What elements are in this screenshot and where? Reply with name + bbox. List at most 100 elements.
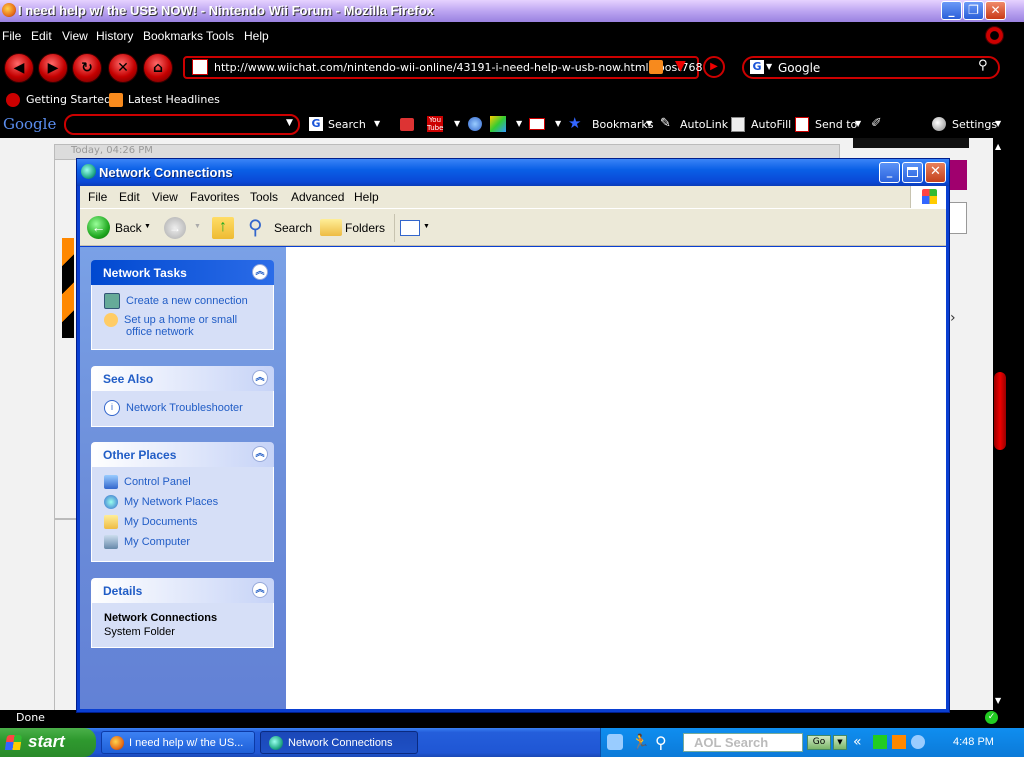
file-list-area[interactable] [286,247,946,709]
collapse-chevron-icon[interactable]: ︽ [252,264,268,280]
settings-button[interactable]: Settings [952,118,997,131]
menu-view[interactable]: View [62,29,88,43]
window-minimize-button[interactable]: _ [879,162,900,183]
window-close-button[interactable]: ✕ [925,162,946,183]
home-network-link[interactable]: Set up a home or small [104,313,237,327]
folders-icon[interactable] [320,219,342,236]
menu-tools[interactable]: Tools [206,29,234,43]
browser-close-button[interactable]: ✕ [985,1,1006,20]
search-options-icon[interactable]: ▼ [374,119,380,128]
bookmark-star-icon[interactable]: ★ [568,114,581,132]
search-button[interactable]: Search [274,221,312,235]
google-engine-icon[interactable]: G [750,60,764,74]
my-network-places-link[interactable]: My Network Places [104,495,218,509]
scroll-down-icon[interactable]: ▼ [995,696,1001,705]
troubleshooter-link[interactable]: i Network Troubleshooter [104,400,243,416]
win-menu-help[interactable]: Help [354,190,379,204]
youtube-icon[interactable]: You Tube [427,116,443,132]
other-places-header[interactable]: Other Places ︽ [91,442,274,467]
autolink-button[interactable]: AutoLink [680,118,728,131]
win-menu-edit[interactable]: Edit [119,190,140,204]
send-to-button[interactable]: Send to [815,118,857,131]
win-menu-tools[interactable]: Tools [250,190,278,204]
google-bookmarks-button[interactable]: Bookmarks [592,118,653,131]
url-text[interactable]: http://www.wiichat.com/nintendo-wii-onli… [214,61,703,74]
news-icon[interactable] [400,118,414,131]
collapse-chevron-icon[interactable]: ︽ [252,446,268,462]
scrollbar-thumb[interactable] [994,372,1006,450]
back-arrow-icon[interactable]: ← [87,216,110,239]
scroll-up-icon[interactable]: ▲ [995,142,1001,151]
aol-search-input[interactable]: AOL Search [683,733,803,752]
settings-icon[interactable] [932,117,946,131]
tray-green-icon[interactable] [873,735,887,749]
window-title-bar[interactable]: Network Connections _ ✕ [77,159,949,186]
picasa-icon[interactable] [490,116,506,132]
see-also-header[interactable]: See Also ︽ [91,366,274,391]
browser-scrollbar[interactable]: ▲ ▼ [993,138,1007,710]
control-panel-link[interactable]: Control Panel [104,475,191,489]
forward-arrow-icon[interactable]: → [164,217,186,239]
win-menu-file[interactable]: File [88,190,107,204]
start-button[interactable]: start [0,728,96,757]
search-magnifier-icon[interactable]: ⚲ [248,215,263,240]
autofill-button[interactable]: AutoFill [751,118,791,131]
rss-feed-icon[interactable] [649,60,663,74]
forward-icon[interactable]: ▶ [38,53,68,83]
network-tasks-header[interactable]: Network Tasks ︽ [91,260,274,285]
autofill-icon[interactable] [731,117,745,132]
search-magnifier-icon[interactable]: ⚲ [978,58,988,73]
aol-go-button[interactable]: Go [807,735,831,750]
back-button[interactable]: Back [115,221,142,235]
menu-file[interactable]: File [2,29,21,43]
bookmark-getting-started[interactable]: Getting Started [26,93,111,106]
google-input-dropdown-icon[interactable]: ▼ [286,118,293,128]
google-toolbar-search-input[interactable] [64,114,300,135]
home-network-label-2[interactable]: office network [126,326,194,338]
browser-restore-button[interactable]: ❐ [963,1,984,20]
create-connection-link[interactable]: Create a new connection [104,293,248,309]
bookmarks-dropdown-icon[interactable]: ▼ [646,119,652,128]
aol-dropdown-icon[interactable]: ▼ [833,735,847,750]
go-arrow-icon[interactable]: ▶ [703,56,725,78]
picasa-dropdown-icon[interactable]: ▼ [516,119,522,128]
gmail-dropdown-icon[interactable]: ▼ [555,119,561,128]
engine-dropdown-icon[interactable]: ▼ [766,62,772,71]
home-icon[interactable]: ⌂ [143,53,173,83]
url-dropdown-icon[interactable]: ▼ [675,58,686,74]
win-menu-advanced[interactable]: Advanced [291,190,344,204]
bookmark-latest-headlines[interactable]: Latest Headlines [128,93,220,106]
youtube-dropdown-icon[interactable]: ▼ [454,119,460,128]
reload-icon[interactable]: ↻ [72,53,102,83]
browser-minimize-button[interactable]: _ [941,1,962,20]
back-dropdown-icon[interactable]: ▼ [144,223,151,230]
tray-chevron-icon[interactable]: « [853,734,862,750]
send-to-icon[interactable] [795,117,809,132]
menu-edit[interactable]: Edit [31,29,52,43]
tray-app-icon[interactable] [607,734,623,750]
menu-bookmarks[interactable]: Bookmarks [143,29,203,43]
tray-network-icon[interactable] [911,735,925,749]
autolink-icon[interactable]: ✎ [660,116,671,131]
details-header[interactable]: Details ︽ [91,578,274,603]
taskbar-firefox-button[interactable]: I need help w/ the US... [101,731,255,754]
globe-icon[interactable] [468,117,482,131]
folders-button[interactable]: Folders [345,221,385,235]
taskbar-network-button[interactable]: Network Connections [260,731,418,754]
up-folder-icon[interactable]: ↑ [212,217,234,239]
send-to-dropdown-icon[interactable]: ▼ [855,119,861,128]
aol-search-magnifier-icon[interactable]: ⚲ [655,733,667,752]
back-icon[interactable]: ◀ [4,53,34,83]
settings-dropdown-icon[interactable]: ▼ [995,119,1001,128]
aol-running-man-icon[interactable]: 🏃 [631,733,650,751]
win-menu-favorites[interactable]: Favorites [190,190,239,204]
views-dropdown-icon[interactable]: ▼ [423,223,430,230]
my-computer-link[interactable]: My Computer [104,535,190,549]
my-documents-link[interactable]: My Documents [104,515,197,529]
tray-orange-icon[interactable] [892,735,906,749]
menu-history[interactable]: History [96,29,133,43]
menu-help[interactable]: Help [244,29,269,43]
stop-icon[interactable]: ✕ [108,53,138,83]
window-maximize-button[interactable] [902,162,923,183]
gmail-icon[interactable] [529,118,545,130]
